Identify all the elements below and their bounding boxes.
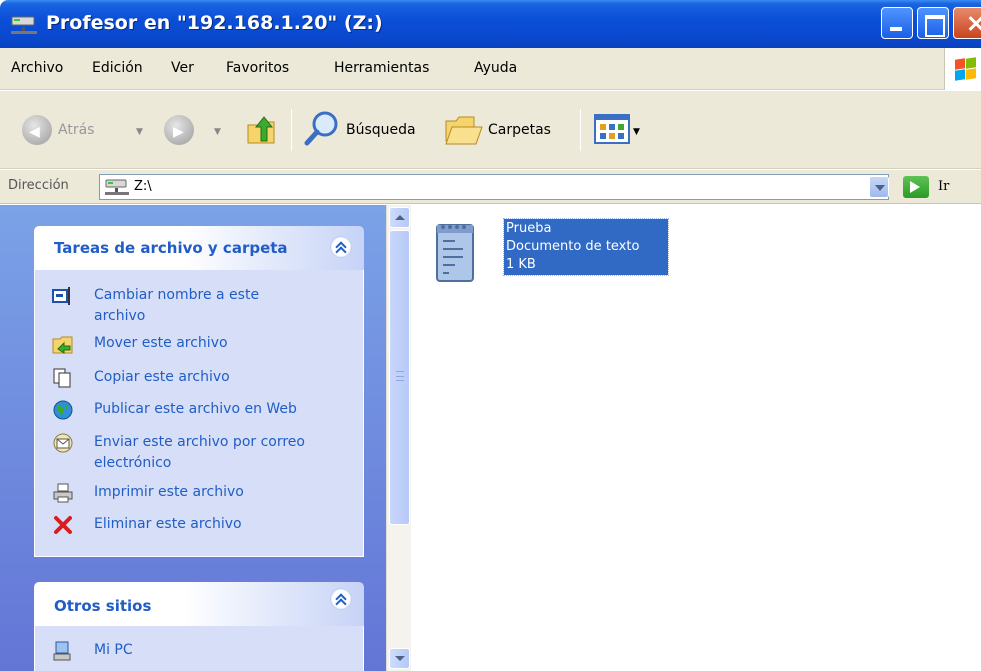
text-document-icon	[436, 224, 474, 282]
file-list[interactable]: Prueba Documento de texto 1 KB	[412, 205, 981, 671]
menu-bar: Archivo Edición Ver Favoritos Herramient…	[0, 48, 981, 90]
search-icon[interactable]	[303, 109, 341, 147]
address-bar: Dirección Z:\ Ir	[0, 170, 981, 204]
network-drive-icon	[11, 16, 37, 34]
file-type: Documento de texto	[506, 239, 640, 254]
task-move-label[interactable]: Mover este archivo	[94, 333, 228, 354]
window-title: Profesor en "192.168.1.20" (Z:)	[46, 12, 383, 34]
go-label[interactable]: Ir	[938, 179, 949, 194]
scroll-thumb[interactable]	[389, 230, 410, 525]
maximize-button[interactable]	[917, 7, 949, 39]
collapse-chevron-icon[interactable]	[330, 588, 352, 610]
move-icon	[52, 336, 73, 354]
task-publish-label[interactable]: Publicar este archivo en Web	[94, 399, 297, 420]
menu-ver[interactable]: Ver	[171, 60, 194, 76]
forward-dropdown-icon[interactable]: ▼	[214, 127, 221, 137]
file-tasks-title[interactable]: Tareas de archivo y carpeta	[54, 239, 288, 257]
task-rename-label[interactable]: Cambiar nombre a este archivo	[94, 285, 314, 327]
address-value: Z:\	[134, 179, 152, 194]
back-arrow-icon: ◀	[29, 124, 40, 140]
back-dropdown-icon[interactable]: ▼	[136, 127, 143, 137]
task-email-label[interactable]: Enviar este archivo por correo electróni…	[94, 432, 344, 474]
task-pane-scrollbar[interactable]	[386, 205, 411, 671]
back-button[interactable]: ◀	[22, 115, 52, 145]
file-item-label[interactable]: Prueba Documento de texto 1 KB	[503, 218, 669, 276]
minimize-button[interactable]	[881, 7, 913, 39]
menu-edicion[interactable]: Edición	[92, 60, 143, 76]
folders-label[interactable]: Carpetas	[488, 122, 551, 138]
delete-icon	[54, 516, 72, 534]
views-dropdown-icon[interactable]: ▼	[633, 127, 640, 137]
title-bar: Profesor en "192.168.1.20" (Z:)	[0, 0, 981, 48]
file-name: Prueba	[506, 221, 552, 236]
task-print-label[interactable]: Imprimir este archivo	[94, 482, 244, 503]
back-label[interactable]: Atrás	[58, 122, 94, 138]
menu-archivo[interactable]: Archivo	[11, 60, 63, 76]
print-icon	[53, 483, 73, 503]
my-computer-icon	[53, 641, 71, 661]
up-folder-icon[interactable]	[244, 111, 280, 147]
views-icon[interactable]	[594, 113, 630, 145]
other-places-header[interactable]: Otros sitios	[34, 582, 364, 626]
close-button[interactable]	[953, 7, 981, 39]
grip-icon	[396, 371, 404, 381]
network-drive-icon	[105, 179, 129, 195]
windows-logo-icon	[944, 48, 981, 90]
forward-arrow-icon: ▶	[173, 124, 184, 140]
task-copy-label[interactable]: Copiar este archivo	[94, 367, 230, 388]
place-my-computer-label[interactable]: Mi PC	[94, 640, 133, 661]
task-delete-label[interactable]: Eliminar este archivo	[94, 514, 242, 535]
address-input[interactable]: Z:\	[99, 174, 889, 200]
toolbar-separator	[580, 109, 581, 151]
toolbar-separator	[291, 109, 292, 151]
other-places-panel	[34, 626, 364, 671]
menu-herramientas[interactable]: Herramientas	[334, 60, 429, 76]
folders-icon[interactable]	[444, 111, 484, 147]
toolbar: ◀ Atrás ▼ ▶ ▼ Búsqueda Carpetas ▼	[0, 91, 981, 169]
copy-icon	[53, 368, 71, 388]
go-arrow-icon[interactable]	[903, 176, 929, 198]
collapse-chevron-icon[interactable]	[330, 236, 352, 258]
forward-button[interactable]: ▶	[164, 115, 194, 145]
menu-favoritos[interactable]: Favoritos	[226, 60, 289, 76]
file-tasks-header[interactable]: Tareas de archivo y carpeta	[34, 226, 364, 270]
menu-ayuda[interactable]: Ayuda	[474, 60, 517, 76]
search-label[interactable]: Búsqueda	[346, 122, 416, 138]
other-places-title[interactable]: Otros sitios	[54, 597, 151, 615]
scroll-down-button[interactable]	[389, 648, 410, 669]
publish-web-icon	[53, 400, 73, 420]
file-size: 1 KB	[506, 257, 536, 272]
address-label: Dirección	[8, 178, 69, 193]
rename-icon	[52, 287, 70, 305]
email-icon	[53, 433, 73, 453]
address-dropdown-button[interactable]	[869, 176, 889, 198]
scroll-up-button[interactable]	[389, 207, 410, 228]
